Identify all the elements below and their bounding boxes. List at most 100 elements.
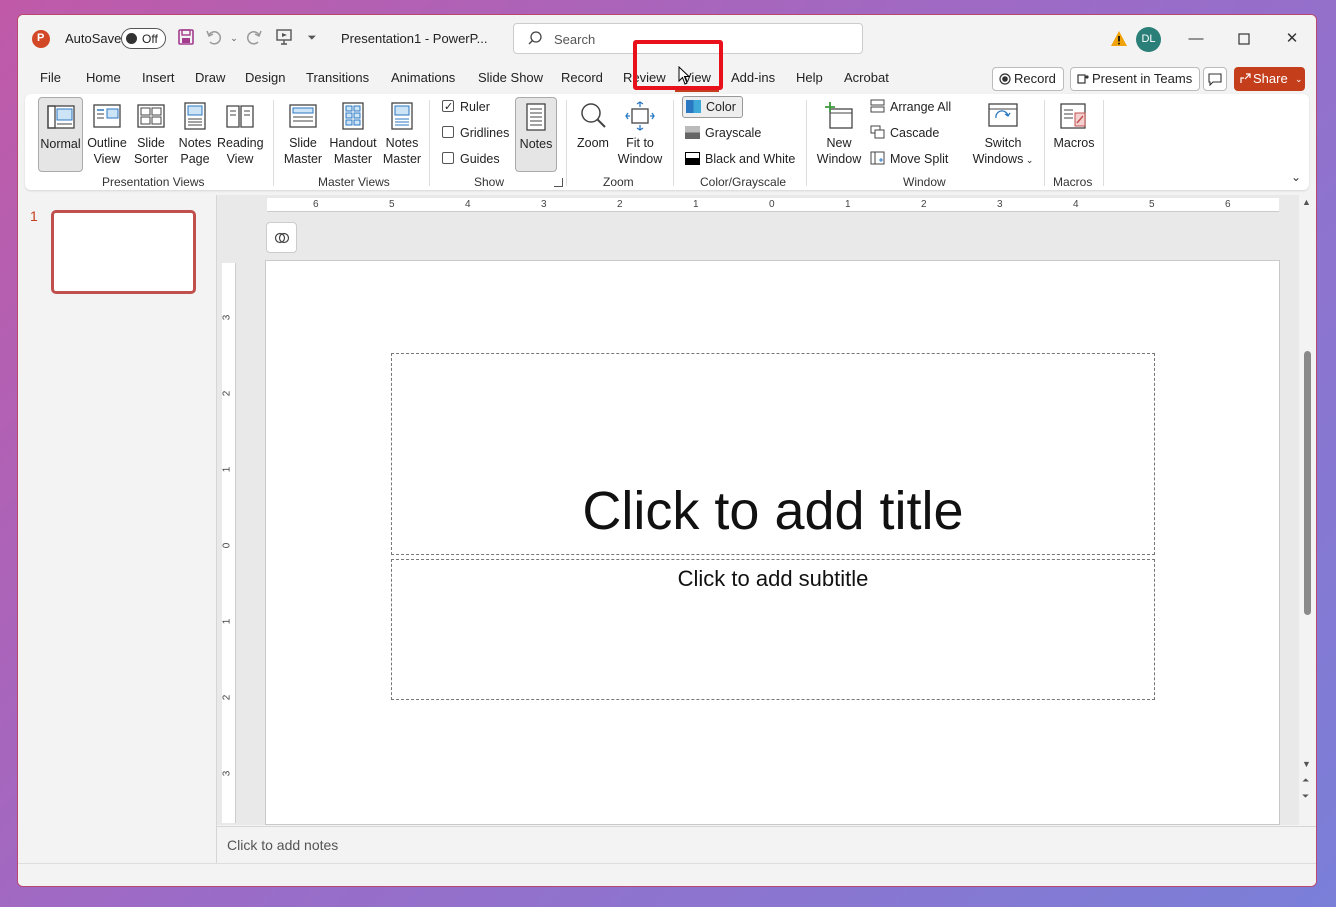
tab-insert[interactable]: Insert [142, 70, 175, 85]
present-from-beginning-icon[interactable] [274, 28, 294, 48]
tab-add-ins[interactable]: Add-ins [731, 70, 775, 85]
present-in-teams-button[interactable]: Present in Teams [1070, 67, 1201, 91]
present-in-teams-label: Present in Teams [1092, 71, 1193, 86]
zoom-group-label: Zoom [603, 175, 634, 189]
slide-master-button[interactable]: Slide Master [281, 101, 325, 167]
tab-help[interactable]: Help [796, 70, 823, 85]
scrollbar-thumb[interactable] [1304, 351, 1311, 615]
customize-toolbar-chevron-icon[interactable]: ⏷ [302, 28, 322, 48]
horizontal-ruler: 6 5 4 3 2 1 0 1 2 3 4 5 6 [267, 198, 1279, 212]
tab-draw[interactable]: Draw [195, 70, 225, 85]
scroll-up-icon[interactable]: ▲ [1302, 197, 1311, 207]
gridlines-checkbox[interactable]: Gridlines [442, 123, 509, 143]
ruler-tick: 0 [221, 542, 233, 549]
fit-to-window-button[interactable]: Fit to Window [615, 101, 665, 167]
redo-icon[interactable] [244, 28, 264, 48]
next-slide-icon[interactable]: ⏷ [1302, 791, 1309, 802]
reading-view-label-line2: View [226, 152, 254, 166]
comment-icon [1208, 73, 1222, 86]
ribbon-collapse-chevron-icon[interactable]: ⌄ [1291, 170, 1301, 184]
comments-button[interactable] [1203, 67, 1227, 91]
black-and-white-button[interactable]: Black and White [685, 149, 795, 169]
zoom-button[interactable]: Zoom [573, 101, 613, 151]
move-split-button[interactable]: Move Split [870, 149, 948, 169]
tab-transitions[interactable]: Transitions [306, 70, 369, 85]
slide-sorter-icon [137, 104, 165, 128]
macros-button[interactable]: Macros [1051, 101, 1097, 151]
reading-view-button[interactable]: Reading View [217, 101, 264, 167]
save-icon[interactable] [176, 28, 196, 48]
switch-windows-button[interactable]: Switch Windows ⌄ [969, 101, 1037, 168]
guides-label: Guides [460, 152, 500, 166]
slide-sorter-button[interactable]: Slide Sorter [131, 101, 171, 167]
ruler-tick: 4 [465, 199, 471, 210]
normal-view-button[interactable]: Normal [38, 97, 83, 172]
undo-icon[interactable] [204, 28, 224, 48]
ruler-tick: 4 [1073, 199, 1079, 210]
share-button[interactable]: Share ⌄ [1234, 67, 1305, 91]
fit-to-window-label-line2: Window [617, 152, 663, 166]
slide-thumbnail[interactable] [51, 210, 196, 294]
tab-animations[interactable]: Animations [391, 70, 455, 85]
vertical-scrollbar[interactable]: ▲ ▼ ⏶ ⏷ [1299, 195, 1316, 825]
notes-icon [526, 103, 546, 131]
handout-master-button[interactable]: Handout Master [327, 101, 379, 167]
notes-master-label-line2: Master [382, 152, 422, 166]
ruler-tick: 6 [313, 199, 319, 210]
normal-view-label: Normal [40, 137, 81, 151]
subtitle-placeholder[interactable]: Click to add subtitle [391, 559, 1155, 700]
title-placeholder[interactable]: Click to add title [391, 353, 1155, 555]
copilot-button[interactable] [266, 222, 297, 253]
ruler-checkbox[interactable]: Ruler [442, 97, 490, 117]
record-button[interactable]: Record [992, 67, 1064, 91]
outline-view-button[interactable]: Outline View [85, 101, 129, 167]
ruler-tick: 6 [1225, 199, 1231, 210]
slide-master-label-line1: Slide [289, 136, 317, 150]
document-title[interactable]: Presentation1 - PowerP... [341, 31, 487, 46]
search-placeholder: Search [554, 32, 596, 47]
color-button[interactable]: Color [682, 96, 743, 118]
fit-to-window-icon [625, 101, 655, 131]
tab-acrobat[interactable]: Acrobat [844, 70, 889, 85]
warning-icon[interactable] [1110, 30, 1128, 48]
arrange-all-label: Arrange All [890, 100, 952, 114]
slide-sorter-label-line2: Sorter [133, 152, 169, 166]
arrange-all-button[interactable]: Arrange All [870, 97, 951, 117]
show-dialog-launcher-icon[interactable] [554, 178, 563, 187]
notes-page-icon [184, 102, 206, 130]
tab-record[interactable]: Record [561, 70, 603, 85]
notes-toggle-label: Notes [519, 137, 553, 151]
group-divider [1044, 100, 1045, 186]
user-avatar[interactable]: DL [1136, 27, 1161, 52]
close-icon[interactable]: ✕ [1277, 27, 1307, 51]
fit-to-window-label-line1: Fit to [626, 136, 654, 150]
previous-slide-icon[interactable]: ⏶ [1302, 775, 1309, 786]
tab-home[interactable]: Home [86, 70, 121, 85]
ruler-tick: 5 [389, 199, 395, 210]
tab-file[interactable]: File [40, 70, 61, 85]
ruler-tick: 2 [617, 199, 623, 210]
undo-dropdown-chevron-icon[interactable]: ⌄ [224, 28, 244, 48]
tab-design[interactable]: Design [245, 70, 285, 85]
new-window-button[interactable]: New Window [816, 101, 862, 167]
slide-canvas[interactable]: Click to add title Click to add subtitle [265, 260, 1280, 825]
group-divider [566, 100, 567, 186]
maximize-icon[interactable] [1229, 27, 1259, 51]
minimize-icon[interactable]: — [1181, 27, 1211, 51]
notes-toggle-button[interactable]: Notes [515, 97, 557, 172]
tab-slide-show[interactable]: Slide Show [478, 70, 543, 85]
toggle-knob [126, 33, 137, 44]
guides-checkbox[interactable]: Guides [442, 149, 500, 169]
notes-master-button[interactable]: Notes Master [381, 101, 423, 167]
ruler-tick: 2 [221, 694, 233, 701]
handout-master-icon [342, 102, 364, 130]
cascade-button[interactable]: Cascade [870, 123, 939, 143]
color-grayscale-group-label: Color/Grayscale [700, 175, 787, 189]
ruler-tick: 2 [921, 199, 927, 210]
notes-page-button[interactable]: Notes Page [175, 101, 215, 167]
autosave-toggle[interactable]: Off [121, 28, 166, 49]
autosave-state: Off [142, 32, 158, 46]
presentation-views-group-label: Presentation Views [102, 175, 205, 189]
scroll-down-icon[interactable]: ▼ [1302, 759, 1311, 769]
grayscale-button[interactable]: Grayscale [685, 123, 761, 143]
